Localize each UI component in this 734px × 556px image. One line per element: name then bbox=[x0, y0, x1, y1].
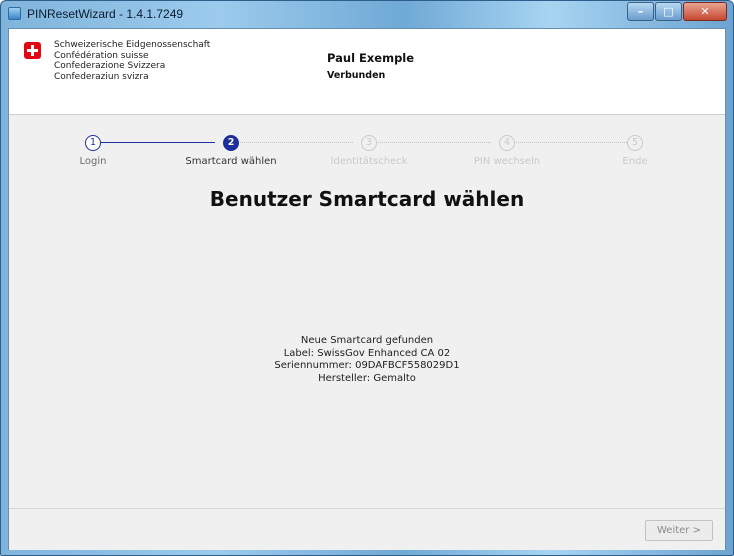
window-title: PINResetWizard - 1.4.1.7249 bbox=[27, 7, 184, 21]
confederation-line: Confederaziun svizra bbox=[54, 71, 149, 82]
info-line: Seriennummer: 09DAFBCF558029D1 bbox=[274, 360, 460, 371]
step-3-indicator: 3 bbox=[361, 135, 377, 151]
step-4-label: PIN wechseln bbox=[473, 156, 541, 167]
confederation-logo-text: Schweizerische Eidgenossenschaft Confédé… bbox=[54, 40, 210, 82]
step-3-label: Identitätscheck bbox=[330, 156, 408, 167]
step-2-label: Smartcard wählen bbox=[185, 156, 277, 167]
step-connector bbox=[231, 142, 353, 143]
step-2-indicator: 2 bbox=[223, 135, 239, 151]
step-1-label: Login bbox=[79, 156, 107, 167]
minimize-button[interactable]: – bbox=[627, 2, 654, 21]
connection-status: Verbunden bbox=[327, 70, 386, 81]
confederation-line: Confederazione Svizzera bbox=[54, 61, 166, 71]
user-name: Paul Exemple bbox=[327, 51, 415, 65]
step-5-label: Ende bbox=[622, 156, 648, 167]
step-connector bbox=[93, 142, 215, 143]
swiss-cross-icon bbox=[24, 42, 41, 59]
step-connector bbox=[507, 142, 629, 143]
step-4-indicator: 4 bbox=[499, 135, 515, 151]
info-line: Label: SwissGov Enhanced CA 02 bbox=[283, 347, 451, 359]
info-line: Hersteller: Gemalto bbox=[318, 372, 416, 384]
wizard-footer: Weiter > bbox=[9, 508, 725, 550]
next-button[interactable]: Weiter > bbox=[645, 520, 713, 541]
page-title: Benutzer Smartcard wählen bbox=[209, 187, 525, 211]
step-connector bbox=[369, 142, 491, 143]
app-window: PINResetWizard - 1.4.1.7249 – □ ✕ Schwei… bbox=[0, 0, 734, 556]
confederation-line: Schweizerische Eidgenossenschaft bbox=[54, 40, 211, 50]
confederation-line: Confédération suisse bbox=[54, 50, 149, 61]
smartcard-info: Neue Smartcard gefunden Label: SwissGov … bbox=[9, 335, 725, 385]
info-line: Neue Smartcard gefunden bbox=[300, 335, 434, 346]
title-bar[interactable]: PINResetWizard - 1.4.1.7249 – □ ✕ bbox=[1, 1, 733, 27]
maximize-button[interactable]: □ bbox=[655, 2, 682, 21]
wizard-client-area: Schweizerische Eidgenossenschaft Confédé… bbox=[8, 28, 726, 550]
header: Schweizerische Eidgenossenschaft Confédé… bbox=[9, 29, 725, 115]
step-5-indicator: 5 bbox=[627, 135, 643, 151]
close-button[interactable]: ✕ bbox=[683, 2, 727, 21]
step-progress: 1 2 3 4 5 Login Smartcard wählen Identit… bbox=[9, 135, 725, 175]
wizard-body: 1 2 3 4 5 Login Smartcard wählen Identit… bbox=[9, 115, 725, 508]
step-1-indicator: 1 bbox=[85, 135, 101, 151]
app-icon bbox=[8, 7, 21, 20]
